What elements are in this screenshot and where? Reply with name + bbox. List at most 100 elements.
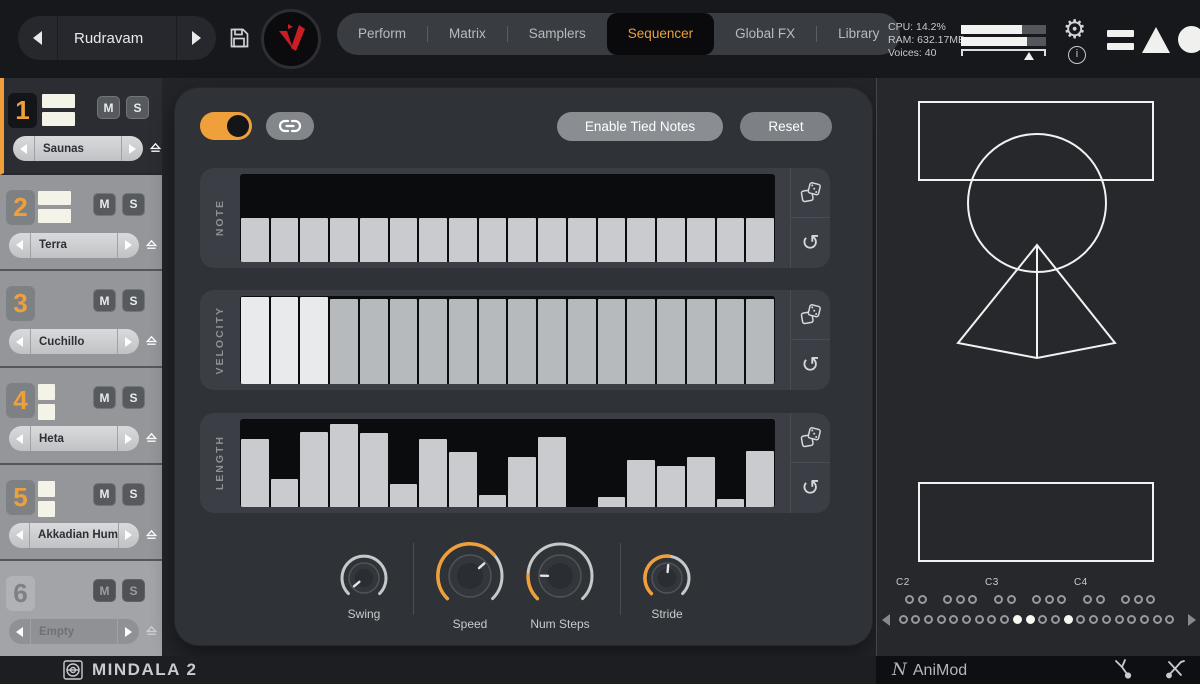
step-bar[interactable] [627, 460, 655, 507]
white-key-dot[interactable] [1038, 615, 1047, 624]
white-key-dot[interactable] [1089, 615, 1098, 624]
black-key-dot[interactable] [1096, 595, 1105, 604]
tab-matrix[interactable]: Matrix [428, 13, 507, 55]
step-bar[interactable] [360, 433, 388, 507]
eject-icon[interactable] [145, 528, 158, 546]
step-bar[interactable] [627, 299, 655, 384]
sample-next-arrow[interactable] [117, 619, 139, 644]
sample-selector[interactable]: Terra [9, 233, 139, 258]
step-bar[interactable] [360, 299, 388, 384]
step-bar[interactable] [598, 497, 626, 507]
knob-swing[interactable] [339, 553, 389, 603]
black-key-dot[interactable] [1057, 595, 1066, 604]
step-bar[interactable] [330, 299, 358, 384]
step-bar[interactable] [479, 299, 507, 384]
sample-selector[interactable]: Saunas [13, 136, 143, 161]
eject-icon[interactable] [145, 624, 158, 642]
black-key-dot[interactable] [1032, 595, 1041, 604]
black-key-dot[interactable] [905, 595, 914, 604]
solo-button[interactable]: S [122, 289, 145, 312]
sample-next-arrow[interactable] [121, 136, 143, 161]
step-bar[interactable] [508, 218, 536, 262]
step-bar[interactable] [300, 297, 328, 384]
step-bar[interactable] [746, 218, 774, 262]
step-bar[interactable] [330, 424, 358, 507]
black-key-dot[interactable] [994, 595, 1003, 604]
sample-next-arrow[interactable] [117, 329, 139, 354]
sampler-slot-5[interactable]: 5MSAkkadian Hum [0, 465, 162, 562]
eject-icon[interactable] [145, 238, 158, 256]
sample-next-arrow[interactable] [117, 233, 139, 258]
knob-speed[interactable] [435, 541, 505, 611]
sampler-slot-4[interactable]: 4MSHeta [0, 368, 162, 465]
step-bar[interactable] [241, 297, 269, 384]
white-key-dot[interactable] [1051, 615, 1060, 624]
white-key-dot[interactable] [987, 615, 996, 624]
white-key-dot[interactable] [949, 615, 958, 624]
step-bar[interactable] [538, 299, 566, 384]
mute-button[interactable]: M [93, 579, 116, 602]
step-bar[interactable] [271, 479, 299, 507]
randomize-dice-button[interactable] [791, 290, 830, 340]
step-bar[interactable] [568, 218, 596, 262]
tab-sequencer[interactable]: Sequencer [607, 13, 714, 55]
eject-icon[interactable] [149, 141, 162, 159]
step-bar[interactable] [300, 218, 328, 262]
solo-button[interactable]: S [122, 386, 145, 409]
step-bar[interactable] [598, 218, 626, 262]
step-bar[interactable] [390, 299, 418, 384]
black-key-dot[interactable] [1007, 595, 1016, 604]
sample-next-arrow[interactable] [118, 523, 139, 548]
tab-samplers[interactable]: Samplers [508, 13, 607, 55]
step-bar[interactable] [330, 218, 358, 262]
white-key-dot-active[interactable] [1013, 615, 1022, 624]
step-bar[interactable] [687, 218, 715, 262]
step-bar[interactable] [449, 452, 477, 507]
step-bar[interactable] [390, 484, 418, 507]
step-bar[interactable] [657, 466, 685, 507]
solo-button[interactable]: S [122, 579, 145, 602]
step-bar[interactable] [419, 218, 447, 262]
sample-prev-arrow[interactable] [9, 329, 31, 354]
keyboard-scroll-right-icon[interactable] [1188, 614, 1196, 626]
preset-name[interactable]: Rudravam [58, 30, 176, 47]
step-bar[interactable] [717, 299, 745, 384]
step-bar[interactable] [746, 451, 774, 507]
white-key-dot[interactable] [899, 615, 908, 624]
sample-selector[interactable]: Akkadian Hum [9, 523, 139, 548]
step-bar[interactable] [300, 432, 328, 507]
step-bar[interactable] [717, 218, 745, 262]
step-bar[interactable] [241, 439, 269, 507]
enable-tied-notes-button[interactable]: Enable Tied Notes [557, 112, 723, 141]
step-bar[interactable] [271, 218, 299, 262]
randomize-dice-button[interactable] [791, 168, 830, 218]
step-bar[interactable] [687, 457, 715, 507]
row-reset-button[interactable]: ↺ [791, 463, 830, 513]
step-bar[interactable] [657, 218, 685, 262]
white-key-dot[interactable] [1000, 615, 1009, 624]
step-bar[interactable] [479, 218, 507, 262]
info-icon[interactable]: i [1068, 46, 1086, 64]
step-bar[interactable] [717, 499, 745, 507]
white-key-dot[interactable] [924, 615, 933, 624]
knob-stride[interactable] [642, 553, 692, 603]
black-key-dot[interactable] [1146, 595, 1155, 604]
step-bar[interactable] [687, 299, 715, 384]
row-reset-button[interactable]: ↺ [791, 218, 830, 268]
link-button[interactable] [266, 112, 314, 140]
sample-next-arrow[interactable] [117, 426, 139, 451]
step-bar[interactable] [746, 299, 774, 384]
step-bar[interactable] [419, 299, 447, 384]
step-display-length[interactable] [240, 419, 775, 507]
black-key-dot[interactable] [943, 595, 952, 604]
eject-icon[interactable] [145, 431, 158, 449]
sampler-slot-2[interactable]: 2MSTerra [0, 175, 162, 272]
white-key-dot[interactable] [1140, 615, 1149, 624]
step-bar[interactable] [657, 299, 685, 384]
white-key-dot[interactable] [911, 615, 920, 624]
row-reset-button[interactable]: ↺ [791, 340, 830, 390]
master-volume-slider[interactable] [961, 49, 1046, 59]
step-bar[interactable] [241, 218, 269, 262]
step-bar[interactable] [598, 299, 626, 384]
sampler-slot-3[interactable]: 3MSCuchillo [0, 271, 162, 368]
